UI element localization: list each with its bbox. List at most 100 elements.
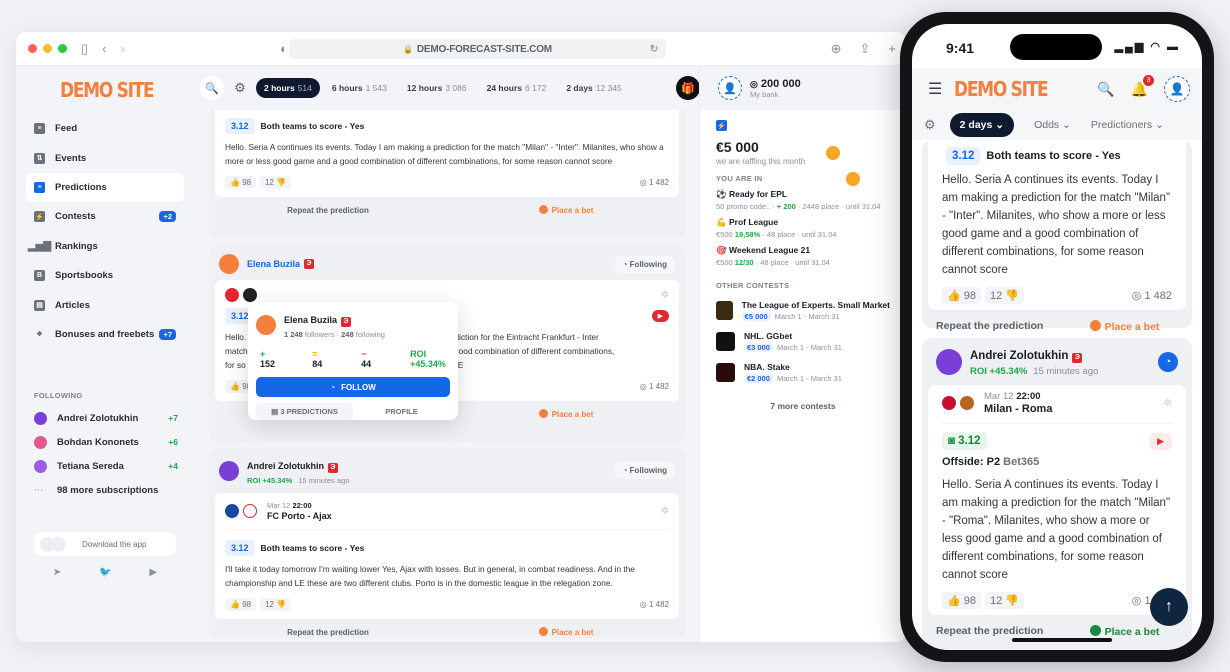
maximize-window-button[interactable]: [58, 44, 67, 53]
tab-label: 12 hours: [406, 83, 443, 93]
shield-icon[interactable]: ◐: [280, 41, 288, 56]
reload-icon[interactable]: ↻: [650, 44, 658, 55]
back-icon[interactable]: ‹: [102, 41, 106, 56]
following-button[interactable]: ◔ Following: [614, 255, 675, 273]
following-item[interactable]: Tetiana Sereda +4: [34, 454, 184, 478]
contests-badge: +2: [159, 211, 176, 223]
mobile-logo[interactable]: DEMO SITE: [954, 77, 1049, 101]
sidebar-item-contests[interactable]: ⚡ Contests +2: [26, 202, 184, 231]
follow-button[interactable]: ◔: [1158, 351, 1178, 372]
share-icon[interactable]: ⇪: [860, 41, 871, 57]
thumbs-up-icon: 👍: [230, 178, 240, 187]
settings-button[interactable]: ⚙: [228, 76, 252, 100]
video-button[interactable]: ▶: [1149, 432, 1172, 450]
logo[interactable]: DEMO SITE: [60, 78, 155, 102]
repeat-prediction-button[interactable]: Repeat the prediction: [209, 206, 447, 215]
place-bet-label: Place a bet: [551, 206, 594, 215]
match-teams[interactable]: Milan - Roma: [984, 403, 1052, 415]
gift-button[interactable]: 🎁: [676, 76, 700, 100]
user-avatar[interactable]: 👤: [1164, 76, 1190, 102]
days-filter[interactable]: 2 days ⌄: [949, 113, 1015, 137]
like-button[interactable]: 👍 98: [942, 287, 982, 304]
place-bet-button[interactable]: Place a bet: [447, 627, 685, 637]
predictioners-filter[interactable]: Predictioners ⌄: [1091, 119, 1164, 131]
forward-icon[interactable]: ›: [121, 41, 125, 56]
my-contest-item[interactable]: 🎯 Weekend League 21 €500 12/30 · 48 plac…: [716, 245, 890, 267]
author-name[interactable]: Andrei Zolotukhin: [247, 461, 324, 471]
place-bet-button[interactable]: Place a bet: [1057, 624, 1192, 638]
notifications-button[interactable]: 🔔 3: [1131, 74, 1154, 98]
sidebar-item-events[interactable]: ⇅ Events: [26, 143, 184, 172]
minimize-window-button[interactable]: [43, 44, 52, 53]
close-window-button[interactable]: [28, 44, 37, 53]
telegram-icon[interactable]: ➤: [53, 567, 61, 578]
new-tab-icon[interactable]: +: [888, 41, 896, 57]
search-button[interactable]: 🔍: [200, 76, 224, 100]
team-crest-porto: [225, 504, 239, 518]
address-bar[interactable]: 🔒 DEMO-FORECAST-SITE.COM ↻: [289, 39, 666, 59]
tab-2-hours[interactable]: 2 hours 514: [256, 78, 320, 98]
more-subscriptions-link[interactable]: ··· 98 more subscriptions: [34, 478, 184, 502]
youtube-icon[interactable]: ▶: [149, 567, 157, 578]
like-button[interactable]: 👍 98: [225, 176, 257, 189]
download-icon[interactable]: ⊕: [831, 41, 842, 57]
sidebar-item-predictions[interactable]: ≡ Predictions: [26, 172, 184, 203]
following-item[interactable]: Bohdan Kononets +6: [34, 430, 184, 454]
repeat-prediction-button[interactable]: Repeat the prediction: [922, 625, 1057, 637]
place-bet-label: Place a bet: [551, 410, 594, 419]
follow-button[interactable]: ◔ FOLLOW: [256, 377, 450, 397]
more-contests-link[interactable]: 7 more contests: [716, 401, 890, 411]
match-teams[interactable]: FC Porto - Ajax: [267, 511, 332, 521]
dislike-button[interactable]: 12 👎: [985, 287, 1025, 304]
bank-widget[interactable]: 👤 ◎ 200 000 My bank: [700, 66, 906, 110]
search-icon[interactable]: 🔍: [1097, 81, 1114, 98]
favorite-icon[interactable]: ✲: [1164, 398, 1172, 409]
following-label: following: [355, 330, 385, 339]
favorite-icon[interactable]: ✲: [661, 290, 669, 301]
dislike-button[interactable]: 12 👎: [985, 592, 1025, 609]
tab-6-hours[interactable]: 6 hours 1 543: [324, 78, 395, 98]
repeat-prediction-button[interactable]: Repeat the prediction: [209, 628, 447, 637]
place-bet-button[interactable]: Place a bet: [447, 409, 685, 419]
tab-2-days[interactable]: 2 days 12 345: [558, 78, 629, 98]
tab-12-hours[interactable]: 12 hours 3 086: [399, 78, 475, 98]
sidebar-toggle-icon[interactable]: ▯: [81, 41, 88, 57]
other-contest-item[interactable]: The League of Experts. Small Market €5 00…: [716, 300, 890, 321]
sidebar-item-articles[interactable]: ▤ Articles: [26, 290, 184, 319]
thumbs-down-icon: 👎: [276, 178, 287, 187]
following-item[interactable]: Andrei Zolotukhin +7: [34, 406, 184, 430]
author-name[interactable]: Elena Buzila: [247, 259, 300, 269]
like-button[interactable]: 👍 98: [225, 598, 257, 611]
author-name[interactable]: Andrei Zolotukhin: [970, 350, 1068, 362]
profile-button[interactable]: PROFILE: [353, 403, 450, 420]
repeat-prediction-button[interactable]: Repeat the prediction: [922, 320, 1057, 332]
like-button[interactable]: 👍 98: [942, 592, 982, 609]
user-avatar[interactable]: 👤: [718, 76, 742, 100]
plus-icon: +: [260, 349, 266, 359]
place-bet-button[interactable]: Place a bet: [447, 205, 685, 215]
my-contest-item[interactable]: ⚽ Ready for EPL 50 promo code.. · + 200 …: [716, 189, 890, 211]
place-bet-button[interactable]: Place a bet: [1057, 319, 1192, 333]
download-app-button[interactable]: Download the app: [34, 532, 176, 556]
sidebar-item-feed[interactable]: ≡ Feed: [26, 114, 184, 143]
other-contest-item[interactable]: NBA. Stake €2 000 March 1 - March 31: [716, 362, 890, 383]
sidebar-item-bonuses[interactable]: ❖ Bonuses and freebets +7: [26, 320, 184, 349]
dislike-button[interactable]: 12 👎: [260, 176, 292, 189]
video-button[interactable]: ▶: [651, 310, 669, 322]
sidebar-item-sportsbooks[interactable]: B Sportsbooks: [26, 261, 184, 290]
odds-filter[interactable]: Odds ⌄: [1034, 119, 1071, 131]
sidebar-item-rankings[interactable]: ▂▅▇ Rankings: [26, 232, 184, 261]
menu-icon[interactable]: ☰: [928, 79, 942, 99]
thumbs-up-icon: 👍: [230, 382, 240, 391]
tab-24-hours[interactable]: 24 hours 6 172: [479, 78, 555, 98]
twitter-icon[interactable]: 🐦: [99, 567, 111, 578]
avatar: [219, 460, 239, 481]
dislike-button[interactable]: 12 👎: [260, 598, 292, 611]
predictions-button[interactable]: ▤ 3 PREDICTIONS: [256, 403, 353, 420]
favorite-icon[interactable]: ✲: [661, 506, 669, 517]
other-contest-item[interactable]: NHL. GGbet €3 000 March 1 - March 31: [716, 331, 890, 352]
settings-icon[interactable]: ⚙: [924, 117, 936, 133]
following-button[interactable]: ◔ Following: [614, 462, 675, 479]
my-contest-item[interactable]: 💪 Prof League €500 19,58% · 48 place · u…: [716, 217, 890, 239]
scroll-to-top-button[interactable]: ↑: [1150, 588, 1188, 626]
